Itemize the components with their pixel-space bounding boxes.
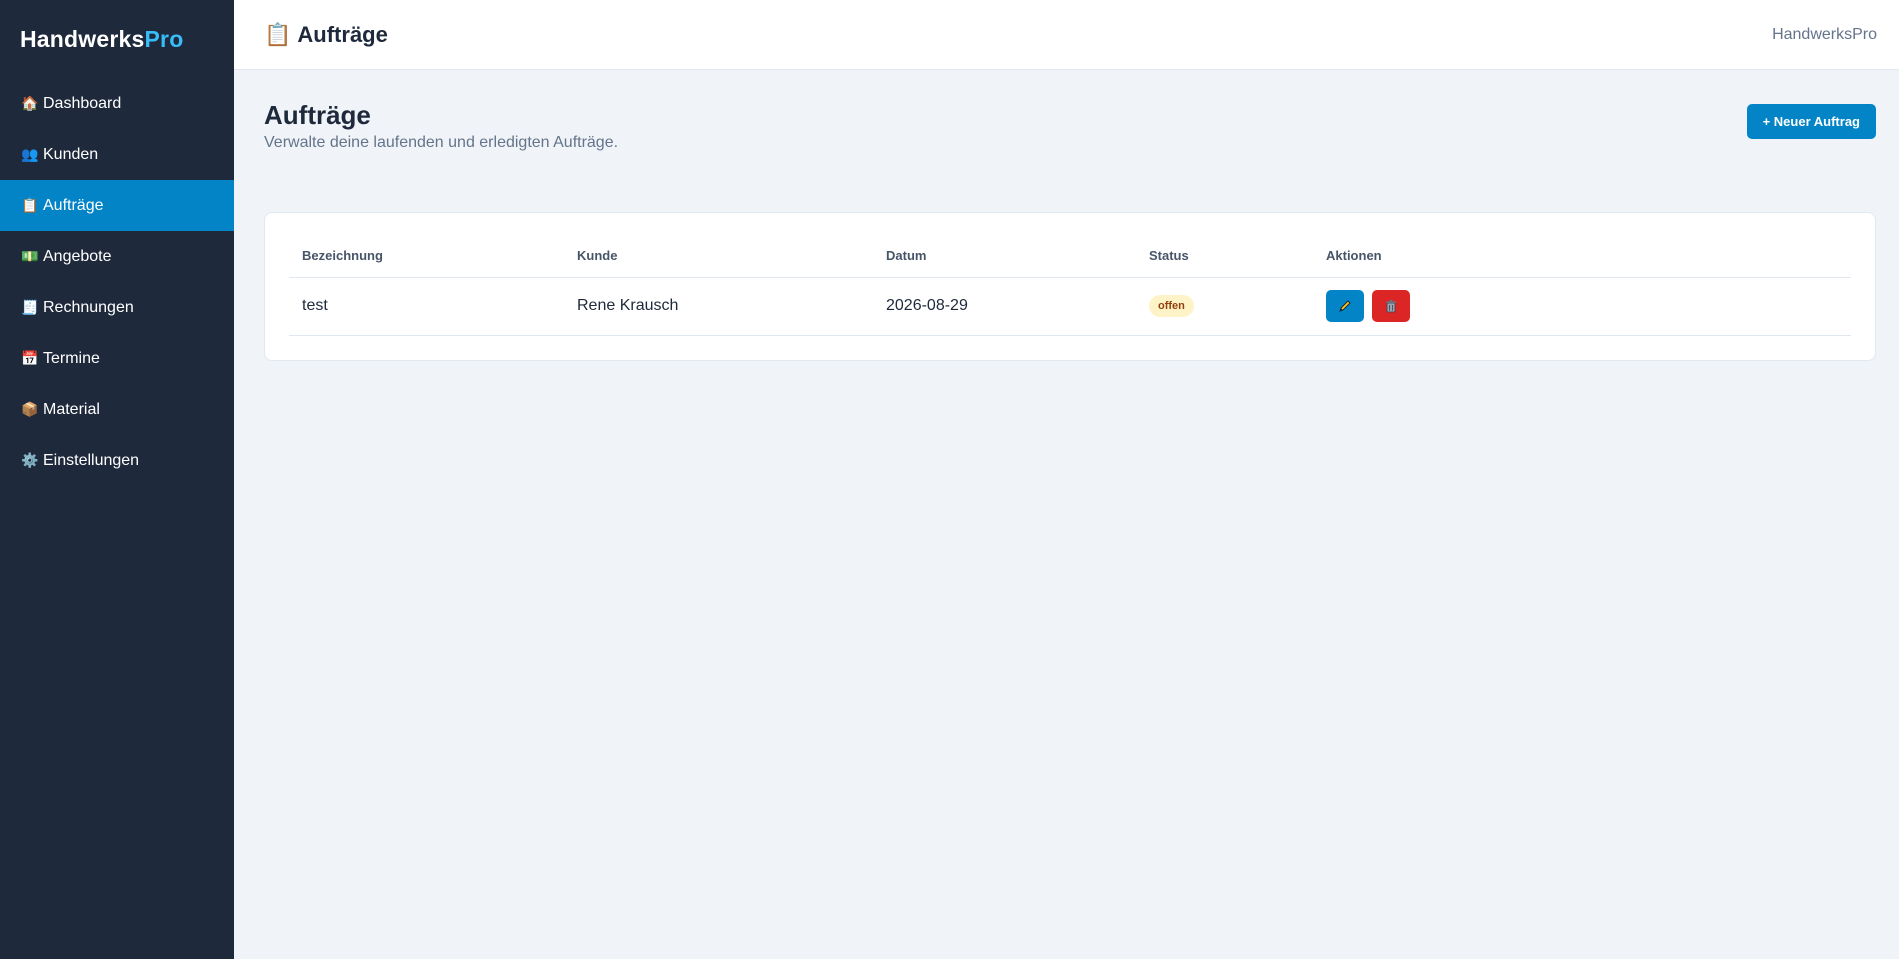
cell-kunde: Rene Krausch [564,277,873,336]
brand-name: Handwerks [20,26,145,52]
house-icon: 🏠 [21,95,39,111]
page-subtitle: Verwalte deine laufenden und erledigten … [264,134,619,151]
table-header-row: Bezeichnung Kunde Datum Status Aktionen [289,235,1851,278]
sidebar-item-label: Termine [43,349,100,367]
content: Aufträge Verwalte deine laufenden und er… [234,70,1899,361]
sidebar-item-angebote[interactable]: 💵 Angebote [0,231,234,282]
gear-icon: ⚙️ [21,452,39,468]
money-icon: 💵 [21,248,39,264]
sidebar-item-label: Rechnungen [43,298,134,316]
sidebar-item-auftraege[interactable]: 📋 Aufträge [0,180,234,231]
clipboard-icon: 📋 [21,197,39,213]
cell-status: offen [1136,277,1313,336]
sidebar-item-rechnungen[interactable]: 🧾 Rechnungen [0,282,234,333]
column-header-datum[interactable]: Datum [873,235,1136,278]
cell-actions [1313,277,1851,336]
new-order-button[interactable]: + Neuer Auftrag [1746,104,1876,139]
sidebar: HandwerksPro 🏠 Dashboard 👥 Kunden 📋 Auft… [0,0,234,959]
sidebar-item-label: Einstellungen [43,451,140,469]
topbar-brand: HandwerksPro [1772,25,1877,43]
receipt-icon: 🧾 [21,299,39,315]
sidebar-item-material[interactable]: 📦 Material [0,384,234,435]
sidebar-item-kunden[interactable]: 👥 Kunden [0,129,234,180]
page-heading: Aufträge Verwalte deine laufenden und er… [264,100,618,152]
orders-card: Bezeichnung Kunde Datum Status Aktionen … [264,212,1876,361]
page-title: Aufträge [264,100,371,130]
column-header-status[interactable]: Status [1136,235,1313,278]
column-header-aktionen: Aktionen [1313,235,1851,278]
sidebar-item-label: Kunden [43,145,99,163]
edit-button[interactable] [1326,290,1364,322]
sidebar-item-einstellungen[interactable]: ⚙️ Einstellungen [0,435,234,486]
main-area: 📋 Aufträge HandwerksPro Aufträge Verwalt… [234,0,1899,959]
column-header-bezeichnung[interactable]: Bezeichnung [289,235,564,278]
sidebar-item-label: Angebote [43,247,112,265]
page-header: Aufträge Verwalte deine laufenden und er… [264,100,1876,212]
calendar-icon: 📅 [21,350,39,366]
topbar-title: 📋 Aufträge [264,22,388,48]
sidebar-item-label: Dashboard [43,94,122,112]
column-header-kunde[interactable]: Kunde [564,235,873,278]
table-row: test Rene Krausch 2026-08-29 offen [289,277,1851,336]
topbar: 📋 Aufträge HandwerksPro [234,0,1899,70]
sidebar-item-dashboard[interactable]: 🏠 Dashboard [0,78,234,129]
topbar-title-text: Aufträge [297,21,388,47]
trash-icon [1386,300,1397,313]
cell-datum: 2026-08-29 [873,277,1136,336]
status-badge: offen [1149,295,1194,317]
brand-accent: Pro [144,26,184,52]
people-icon: 👥 [21,146,39,162]
sidebar-item-label: Aufträge [43,196,104,214]
app: HandwerksPro 🏠 Dashboard 👥 Kunden 📋 Auft… [0,0,1899,959]
package-icon: 📦 [21,401,39,417]
sidebar-item-label: Material [43,400,100,418]
pencil-icon [1339,300,1351,312]
clipboard-icon: 📋 [264,21,292,47]
sidebar-item-termine[interactable]: 📅 Termine [0,333,234,384]
sidebar-nav: 🏠 Dashboard 👥 Kunden 📋 Aufträge 💵 Angebo… [0,78,234,486]
cell-bezeichnung: test [289,277,564,336]
brand-logo: HandwerksPro [0,0,234,78]
orders-table: Bezeichnung Kunde Datum Status Aktionen … [289,235,1851,336]
delete-button[interactable] [1372,290,1411,322]
